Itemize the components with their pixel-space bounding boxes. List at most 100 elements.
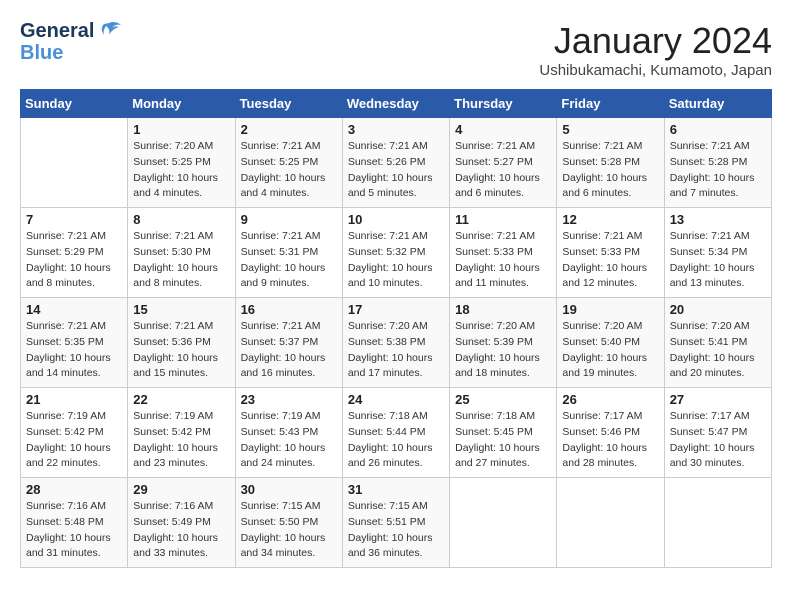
day-number: 20 bbox=[670, 302, 766, 317]
day-number: 18 bbox=[455, 302, 551, 317]
day-number: 23 bbox=[241, 392, 337, 407]
day-info-line: Daylight: 10 hours bbox=[348, 262, 433, 274]
day-info-line: and 30 minutes. bbox=[670, 457, 745, 469]
day-info: Sunrise: 7:21 AMSunset: 5:31 PMDaylight:… bbox=[241, 229, 337, 292]
day-info: Sunrise: 7:21 AMSunset: 5:34 PMDaylight:… bbox=[670, 229, 766, 292]
day-cell: 29Sunrise: 7:16 AMSunset: 5:49 PMDayligh… bbox=[128, 478, 235, 568]
weekday-header-tuesday: Tuesday bbox=[235, 90, 342, 118]
day-info-line: Daylight: 10 hours bbox=[455, 442, 540, 454]
day-info-line: and 10 minutes. bbox=[348, 277, 423, 289]
day-info: Sunrise: 7:16 AMSunset: 5:49 PMDaylight:… bbox=[133, 499, 229, 562]
day-info-line: and 4 minutes. bbox=[133, 187, 202, 199]
day-info-line: Sunrise: 7:21 AM bbox=[133, 320, 213, 332]
day-info-line: and 8 minutes. bbox=[26, 277, 95, 289]
day-cell: 11 Sunrise: 7:21 AMSunset: 5:33 PMDayligh… bbox=[450, 208, 557, 298]
day-info-line: Sunset: 5:44 PM bbox=[348, 426, 426, 438]
day-info-line: Daylight: 10 hours bbox=[562, 172, 647, 184]
day-cell: 15Sunrise: 7:21 AMSunset: 5:36 PMDayligh… bbox=[128, 298, 235, 388]
day-cell: 12 Sunrise: 7:21 AMSunset: 5:33 PMDayligh… bbox=[557, 208, 664, 298]
day-info-line: Daylight: 10 hours bbox=[26, 262, 111, 274]
day-info-line: Sunset: 5:38 PM bbox=[348, 336, 426, 348]
weekday-header-friday: Friday bbox=[557, 90, 664, 118]
day-info-line: Daylight: 10 hours bbox=[26, 352, 111, 364]
day-cell bbox=[664, 478, 771, 568]
day-info-line: Sunrise: 7:21 AM bbox=[26, 320, 106, 332]
day-info: Sunrise: 7:20 AMSunset: 5:25 PMDaylight:… bbox=[133, 139, 229, 202]
day-info-line: Sunset: 5:51 PM bbox=[348, 516, 426, 528]
logo-general: General bbox=[20, 20, 94, 42]
calendar-subtitle: Ushibukamachi, Kumamoto, Japan bbox=[539, 62, 772, 79]
day-number: 30 bbox=[241, 482, 337, 497]
day-info-line: Sunrise: 7:21 AM bbox=[670, 230, 750, 242]
day-number: 1 bbox=[133, 122, 229, 137]
day-number: 5 bbox=[562, 122, 658, 137]
day-cell: 10Sunrise: 7:21 AMSunset: 5:32 PMDayligh… bbox=[342, 208, 449, 298]
day-info-line: and 8 minutes. bbox=[133, 277, 202, 289]
day-info-line: Sunset: 5:50 PM bbox=[241, 516, 319, 528]
day-number: 12 bbox=[562, 212, 658, 227]
day-info: Sunrise: 7:20 AMSunset: 5:40 PMDaylight:… bbox=[562, 319, 658, 382]
day-info: Sunrise: 7:21 AMSunset: 5:36 PMDaylight:… bbox=[133, 319, 229, 382]
day-info: Sunrise: 7:15 AMSunset: 5:50 PMDaylight:… bbox=[241, 499, 337, 562]
day-info-line: Daylight: 10 hours bbox=[670, 262, 755, 274]
day-info-line: Sunset: 5:48 PM bbox=[26, 516, 104, 528]
day-info-line: Sunrise: 7:20 AM bbox=[348, 320, 428, 332]
day-info: Sunrise: 7:20 AMSunset: 5:41 PMDaylight:… bbox=[670, 319, 766, 382]
calendar-title: January 2024 bbox=[539, 20, 772, 62]
day-info-line: and 24 minutes. bbox=[241, 457, 316, 469]
day-info-line: Daylight: 10 hours bbox=[133, 442, 218, 454]
day-number: 10 bbox=[348, 212, 444, 227]
day-info-line: Sunrise: 7:17 AM bbox=[670, 410, 750, 422]
day-info-line: Sunset: 5:28 PM bbox=[670, 156, 748, 168]
logo-blue: Blue bbox=[20, 42, 122, 64]
day-info-line: Sunrise: 7:21 AM bbox=[562, 140, 642, 152]
day-info-line: Sunset: 5:40 PM bbox=[562, 336, 640, 348]
day-info-line: Sunrise: 7:21 AM bbox=[241, 230, 321, 242]
calendar-body: 1 Sunrise: 7:20 AMSunset: 5:25 PMDaylight… bbox=[21, 118, 772, 568]
day-info: Sunrise: 7:21 AMSunset: 5:33 PMDaylight:… bbox=[455, 229, 551, 292]
day-info-line: Sunrise: 7:18 AM bbox=[348, 410, 428, 422]
day-info-line: Daylight: 10 hours bbox=[670, 442, 755, 454]
day-info: Sunrise: 7:21 AMSunset: 5:27 PMDaylight:… bbox=[455, 139, 551, 202]
day-cell: 9Sunrise: 7:21 AMSunset: 5:31 PMDaylight… bbox=[235, 208, 342, 298]
day-number: 11 bbox=[455, 212, 551, 227]
day-info: Sunrise: 7:21 AMSunset: 5:33 PMDaylight:… bbox=[562, 229, 658, 292]
day-info-line: Sunset: 5:49 PM bbox=[133, 516, 211, 528]
day-info-line: Sunset: 5:39 PM bbox=[455, 336, 533, 348]
day-info-line: Sunset: 5:33 PM bbox=[455, 246, 533, 258]
day-info-line: and 33 minutes. bbox=[133, 547, 208, 559]
day-cell: 5Sunrise: 7:21 AMSunset: 5:28 PMDaylight… bbox=[557, 118, 664, 208]
calendar-table: SundayMondayTuesdayWednesdayThursdayFrid… bbox=[20, 89, 772, 568]
day-cell: 6Sunrise: 7:21 AMSunset: 5:28 PMDaylight… bbox=[664, 118, 771, 208]
day-info-line: Sunrise: 7:20 AM bbox=[455, 320, 535, 332]
day-info-line: and 6 minutes. bbox=[455, 187, 524, 199]
day-info: Sunrise: 7:19 AMSunset: 5:42 PMDaylight:… bbox=[133, 409, 229, 472]
day-info-line: Daylight: 10 hours bbox=[241, 262, 326, 274]
day-info-line: Sunrise: 7:19 AM bbox=[26, 410, 106, 422]
day-info-line: and 23 minutes. bbox=[133, 457, 208, 469]
day-info-line: and 36 minutes. bbox=[348, 547, 423, 559]
day-info-line: Daylight: 10 hours bbox=[670, 352, 755, 364]
day-info: Sunrise: 7:20 AM Sunset: 5:39 PM Daylight:… bbox=[455, 319, 551, 382]
day-info-line: Sunset: 5:36 PM bbox=[133, 336, 211, 348]
day-info-line: Daylight: 10 hours bbox=[348, 352, 433, 364]
day-info-line: Sunset: 5:29 PM bbox=[26, 246, 104, 258]
day-info-line: and 34 minutes. bbox=[241, 547, 316, 559]
day-info-line: Daylight: 10 hours bbox=[455, 262, 540, 274]
week-row-1: 1 Sunrise: 7:20 AMSunset: 5:25 PMDaylight… bbox=[21, 118, 772, 208]
day-info-line: Sunrise: 7:21 AM bbox=[670, 140, 750, 152]
day-info-line: and 16 minutes. bbox=[241, 367, 316, 379]
day-info-line: Sunrise: 7:20 AM bbox=[562, 320, 642, 332]
day-cell: 13Sunrise: 7:21 AMSunset: 5:34 PMDayligh… bbox=[664, 208, 771, 298]
day-info-line: Sunrise: 7:21 AM bbox=[133, 230, 213, 242]
day-info: Sunrise: 7:21 AMSunset: 5:35 PMDaylight:… bbox=[26, 319, 122, 382]
day-info-line: Sunset: 5:42 PM bbox=[26, 426, 104, 438]
day-cell: 20 Sunrise: 7:20 AMSunset: 5:41 PMDayligh… bbox=[664, 298, 771, 388]
day-info-line: Sunset: 5:26 PM bbox=[348, 156, 426, 168]
day-info: Sunrise: 7:21 AMSunset: 5:26 PMDaylight:… bbox=[348, 139, 444, 202]
day-info-line: Daylight: 10 hours bbox=[455, 352, 540, 364]
day-number: 26 bbox=[562, 392, 658, 407]
day-info-line: and 28 minutes. bbox=[562, 457, 637, 469]
day-cell: 30 Sunrise: 7:15 AMSunset: 5:50 PMDayligh… bbox=[235, 478, 342, 568]
day-info-line: and 13 minutes. bbox=[670, 277, 745, 289]
